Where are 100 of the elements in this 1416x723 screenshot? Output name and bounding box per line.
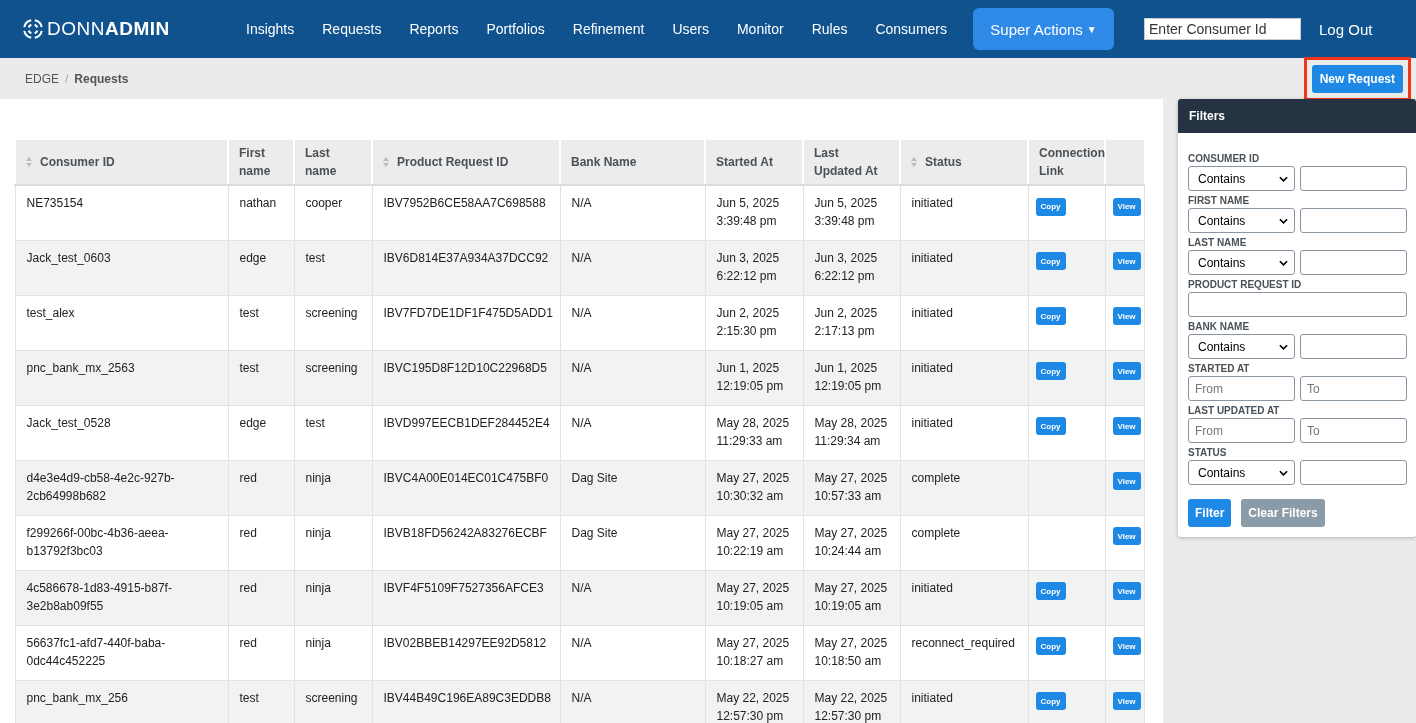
view-button[interactable]: View [1112, 692, 1141, 710]
table-cell: initiated [900, 295, 1028, 350]
breadcrumb-item: Requests [74, 71, 129, 86]
consumer-id-field[interactable]: Enter Consumer Id [1144, 18, 1302, 40]
match-dropdown[interactable]: Contains [1188, 250, 1295, 275]
nav-link[interactable]: Rules [797, 21, 862, 37]
nav-link[interactable]: Users [658, 21, 723, 37]
table-cell: ninja [294, 625, 372, 680]
filter-input[interactable] [1300, 208, 1407, 233]
logo-text[interactable]: DONNADMIN [47, 18, 170, 40]
table-cell: May 27, 2025 10:19:05 am [803, 570, 900, 625]
column-header[interactable]: Consumer ID [40, 155, 115, 169]
logout-link[interactable]: Log Out [1319, 20, 1373, 38]
filter-label: LAST UPDATED AT [1188, 405, 1281, 416]
table-cell: N/A [560, 185, 705, 240]
to-date-field[interactable]: To [1300, 376, 1407, 401]
view-button[interactable]: View [1112, 362, 1141, 380]
chevron-down-icon [1279, 259, 1288, 266]
sort-icon[interactable] [26, 157, 32, 167]
column-header: First name [228, 140, 294, 185]
table-cell: edge [228, 405, 294, 460]
copy-button[interactable]: Copy [1035, 692, 1066, 710]
copy-button[interactable]: Copy [1035, 362, 1066, 380]
column-header: Connection Link [1028, 140, 1105, 185]
new-request-button[interactable]: New Request [1311, 64, 1403, 93]
copy-button[interactable]: Copy [1035, 197, 1066, 216]
nav-link[interactable]: Portfolios [472, 21, 559, 37]
table-cell: May 28, 2025 11:29:34 am [803, 405, 900, 460]
nav-link[interactable]: Monitor [722, 21, 798, 37]
filter-input[interactable] [1300, 250, 1407, 275]
match-dropdown[interactable]: Contains [1188, 460, 1295, 485]
table-cell: initiated [900, 405, 1028, 460]
filter-label: STATUS [1188, 447, 1228, 458]
table-cell: 4c586678-1d83-4915-b87f-3e2b8ab09f55 [15, 570, 228, 625]
table-cell: initiated [900, 680, 1028, 723]
sort-icon[interactable] [383, 157, 389, 167]
table-cell: IBVC4A00E014EC01C475BF0 [372, 460, 560, 515]
copy-button[interactable]: Copy [1035, 252, 1066, 270]
match-dropdown[interactable]: Contains [1188, 166, 1295, 191]
view-button[interactable]: View [1112, 637, 1141, 655]
match-dropdown[interactable]: Contains [1188, 208, 1295, 233]
copy-button[interactable]: Copy [1035, 307, 1066, 325]
view-button[interactable]: View [1112, 197, 1141, 216]
view-button[interactable]: View [1112, 582, 1141, 600]
table-cell: red [228, 515, 294, 570]
view-button[interactable]: View [1112, 252, 1141, 270]
view-button[interactable]: View [1112, 307, 1141, 325]
filter-input[interactable] [1300, 334, 1407, 359]
filter-button[interactable]: Filter [1188, 499, 1232, 527]
column-header[interactable]: Status [925, 155, 962, 169]
filter-label: FIRST NAME [1188, 195, 1251, 206]
clear-filters-button[interactable]: Clear Filters [1241, 499, 1325, 527]
table-cell: initiated [900, 185, 1028, 240]
table-cell: May 27, 2025 10:57:33 am [803, 460, 900, 515]
nav-link[interactable]: Refinement [558, 21, 659, 37]
view-button[interactable]: View [1112, 417, 1141, 435]
copy-button[interactable]: Copy [1035, 417, 1066, 435]
chevron-down-icon [1279, 175, 1288, 182]
nav-link[interactable]: Requests [308, 21, 396, 37]
to-date-field[interactable]: To [1300, 418, 1407, 443]
table-cell: edge [228, 240, 294, 295]
column-header: Started At [705, 140, 803, 185]
filter-input[interactable] [1300, 460, 1407, 485]
table-cell: red [228, 625, 294, 680]
copy-button[interactable]: Copy [1035, 637, 1066, 655]
table-cell: N/A [560, 350, 705, 405]
chevron-down-icon [1279, 469, 1288, 476]
table-cell: complete [900, 515, 1028, 570]
filter-input[interactable] [1300, 166, 1407, 191]
table-cell: IBV44B49C196EA89C3EDDB8 [372, 680, 560, 723]
table-cell: Jun 1, 2025 12:19:05 pm [803, 350, 900, 405]
breadcrumb-item[interactable]: EDGE [25, 71, 59, 86]
table-cell: N/A [560, 295, 705, 350]
filter-input[interactable] [1188, 292, 1407, 317]
match-dropdown[interactable]: Contains [1188, 334, 1295, 359]
nav-link[interactable]: Insights [232, 21, 309, 37]
table-cell: d4e3e4d9-cb58-4e2c-927b-2cb64998b682 [15, 460, 228, 515]
view-button[interactable]: View [1112, 527, 1141, 545]
table-cell: ninja [294, 460, 372, 515]
table-cell: ninja [294, 515, 372, 570]
super-actions-menu[interactable]: Super Actions ▼ [973, 8, 1115, 50]
table-cell: May 28, 2025 11:29:33 am [705, 405, 803, 460]
from-date-field[interactable]: From [1188, 376, 1295, 401]
nav-link[interactable]: Consumers [861, 21, 962, 37]
table-cell: Jun 3, 2025 6:22:12 pm [803, 240, 900, 295]
table-cell: May 27, 2025 10:24:44 am [803, 515, 900, 570]
table-cell: IBV7952B6CE58AA7C698588 [372, 185, 560, 240]
sort-icon[interactable] [911, 157, 917, 167]
copy-button[interactable]: Copy [1035, 582, 1066, 600]
breadcrumb-separator: / [65, 71, 69, 86]
table-cell: test [228, 680, 294, 723]
nav-link[interactable]: Reports [395, 21, 473, 37]
table-cell: Jun 2, 2025 2:17:13 pm [803, 295, 900, 350]
from-date-field[interactable]: From [1188, 418, 1295, 443]
table-cell: IBVB18FD56242A83276ECBF [372, 515, 560, 570]
view-button[interactable]: View [1112, 472, 1141, 490]
table-cell: Jun 2, 2025 2:15:30 pm [705, 295, 803, 350]
table-cell: f299266f-00bc-4b36-aeea-b13792f3bc03 [15, 515, 228, 570]
column-header[interactable]: Product Request ID [397, 155, 509, 169]
filter-label: STARTED AT [1188, 363, 1251, 374]
